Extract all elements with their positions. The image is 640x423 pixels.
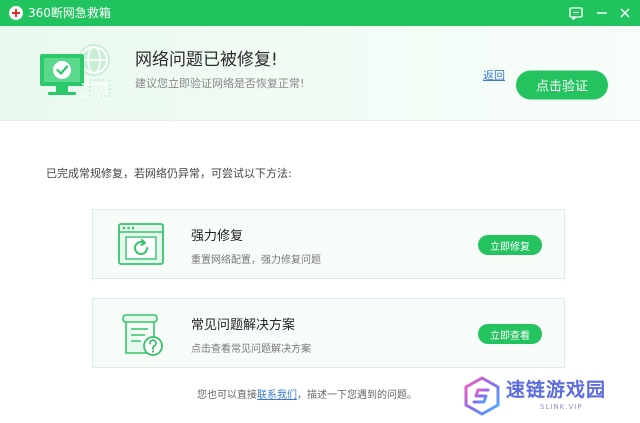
- browser-refresh-icon: [118, 223, 164, 265]
- watermark-subtext: SLINK.VIP: [540, 403, 583, 411]
- watermark-logo-icon: [464, 376, 500, 416]
- card-title: 强力修复: [191, 229, 244, 244]
- watermark-text: 速链游戏园: [506, 379, 607, 401]
- footer-prefix: 您也可以直接: [197, 390, 257, 401]
- result-title: 网络问题已被修复!: [135, 50, 278, 70]
- back-link[interactable]: 返回: [483, 69, 505, 83]
- title-bar: 360断网急救箱: [0, 0, 640, 26]
- document-help-icon: [122, 314, 163, 356]
- repair-now-button[interactable]: 立即修复: [478, 235, 542, 255]
- faq-solution-card: 常见问题解决方案 点击查看常见问题解决方案 立即查看: [92, 298, 565, 368]
- view-now-button[interactable]: 立即查看: [478, 324, 542, 344]
- app-logo-icon: [9, 6, 23, 20]
- result-subtitle: 建议您立即验证网络是否恢复正常!: [135, 77, 305, 90]
- card-description: 点击查看常见问题解决方案: [191, 344, 311, 355]
- minimize-icon[interactable]: [593, 4, 611, 22]
- card-title: 常见问题解决方案: [191, 318, 296, 333]
- strong-repair-card: 强力修复 重置网络配置，强力修复问题 立即修复: [92, 209, 565, 279]
- window-title: 360断网急救箱: [28, 6, 111, 20]
- intro-text: 已完成常规修复，若网络仍异常，可尝试以下方法:: [46, 167, 292, 180]
- footer-suffix: ，描述一下您遇到的问题。: [297, 390, 417, 401]
- card-description: 重置网络配置，强力修复问题: [191, 255, 321, 266]
- watermark: 速链游戏园 SLINK.VIP: [462, 372, 632, 420]
- network-fixed-icon: [40, 44, 111, 97]
- feedback-icon[interactable]: [567, 4, 585, 22]
- result-header: 网络问题已被修复! 建议您立即验证网络是否恢复正常! 返回 点击验证: [0, 26, 640, 121]
- close-icon[interactable]: [616, 4, 634, 22]
- contact-us-link[interactable]: 联系我们: [257, 390, 297, 401]
- verify-button[interactable]: 点击验证: [516, 70, 608, 100]
